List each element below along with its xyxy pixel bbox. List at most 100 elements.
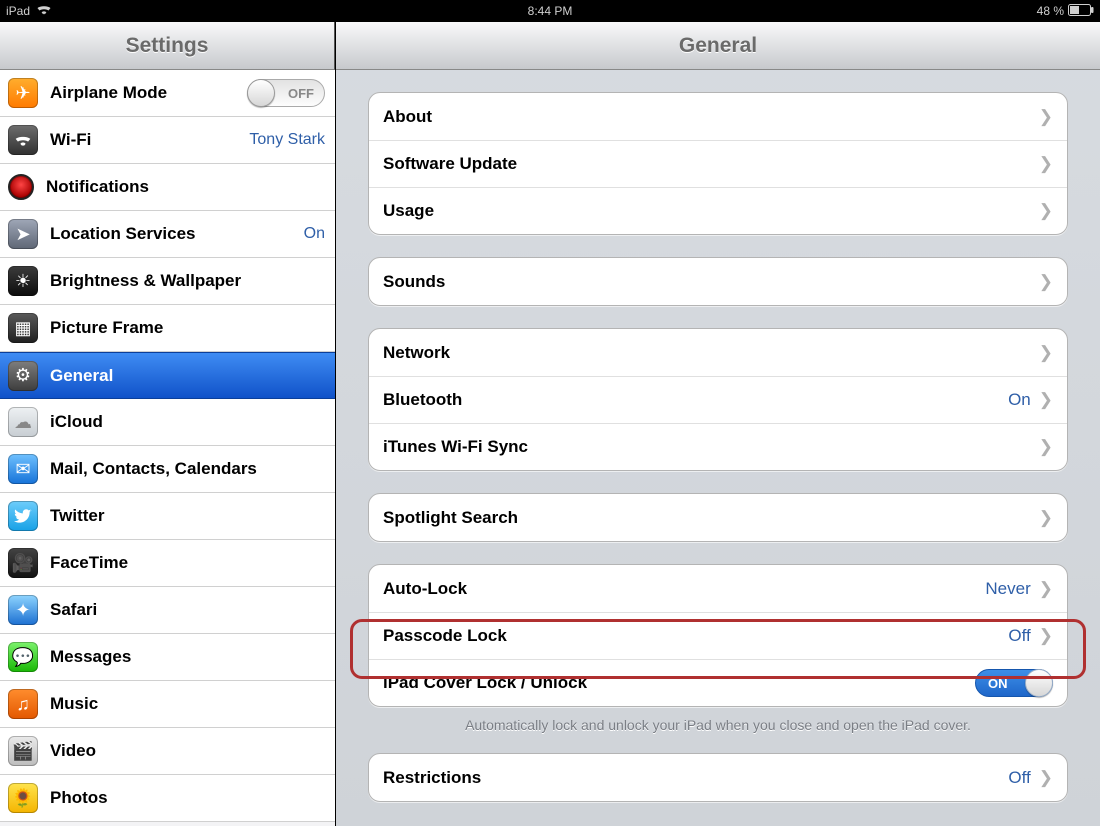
sidebar-item-photos[interactable]: 🌻 Photos: [0, 775, 335, 822]
sidebar-item-label: FaceTime: [50, 553, 128, 573]
clock: 8:44 PM: [0, 4, 1100, 18]
cell-value: Off: [1008, 768, 1030, 788]
detail-title: General: [336, 22, 1100, 70]
sidebar-title: Settings: [0, 22, 335, 70]
cell-spotlight-search[interactable]: Spotlight Search ❯: [369, 494, 1067, 541]
sidebar-item-icloud[interactable]: ☁ iCloud: [0, 399, 335, 446]
chevron-right-icon: ❯: [1039, 154, 1053, 174]
sidebar-item-label: Location Services: [50, 224, 196, 244]
twitter-icon: [8, 501, 38, 531]
sidebar-item-label: Music: [50, 694, 98, 714]
toggle-knob: [1025, 669, 1053, 697]
cell-label: Passcode Lock: [383, 626, 507, 646]
chevron-right-icon: ❯: [1039, 390, 1053, 410]
cell-value: On: [1008, 390, 1031, 410]
group-network: Network ❯ Bluetooth On ❯ iTunes Wi-Fi Sy…: [368, 328, 1068, 471]
chevron-right-icon: ❯: [1039, 272, 1053, 292]
sidebar-item-notifications[interactable]: Notifications: [0, 164, 335, 211]
music-icon: ♫: [8, 689, 38, 719]
group-about: About ❯ Software Update ❯ Usage ❯: [368, 92, 1068, 235]
chevron-right-icon: ❯: [1039, 437, 1053, 457]
sidebar-item-messages[interactable]: 💬 Messages: [0, 634, 335, 681]
toggle-knob: [247, 79, 275, 107]
sidebar-item-video[interactable]: 🎬 Video: [0, 728, 335, 775]
cell-bluetooth[interactable]: Bluetooth On ❯: [369, 376, 1067, 423]
cell-label: Sounds: [383, 272, 445, 292]
settings-sidebar: Settings ✈ Airplane Mode OFF Wi-Fi Tony …: [0, 22, 336, 826]
sidebar-item-label: Brightness & Wallpaper: [50, 271, 241, 291]
cell-ipad-cover-lock[interactable]: iPad Cover Lock / Unlock ON: [369, 659, 1067, 706]
cell-about[interactable]: About ❯: [369, 93, 1067, 140]
cell-value: Off: [1008, 626, 1030, 646]
brightness-icon: ☀: [8, 266, 38, 296]
sidebar-item-mail-contacts-calendars[interactable]: ✉ Mail, Contacts, Calendars: [0, 446, 335, 493]
cell-label: Restrictions: [383, 768, 481, 788]
sidebar-item-label: Picture Frame: [50, 318, 163, 338]
sidebar-item-label: Photos: [50, 788, 108, 808]
chevron-right-icon: ❯: [1039, 107, 1053, 127]
chevron-right-icon: ❯: [1039, 579, 1053, 599]
sidebar-item-music[interactable]: ♫ Music: [0, 681, 335, 728]
toggle-on-text: ON: [988, 676, 1008, 691]
sidebar-item-airplane-mode[interactable]: ✈ Airplane Mode OFF: [0, 70, 335, 117]
chevron-right-icon: ❯: [1039, 201, 1053, 221]
cell-label: About: [383, 107, 432, 127]
cell-label: Software Update: [383, 154, 517, 174]
cell-label: iPad Cover Lock / Unlock: [383, 673, 587, 693]
cell-sounds[interactable]: Sounds ❯: [369, 258, 1067, 305]
cell-restrictions[interactable]: Restrictions Off ❯: [369, 754, 1067, 801]
sidebar-item-general[interactable]: ⚙ General: [0, 352, 335, 399]
wifi-settings-icon: [8, 125, 38, 155]
gear-icon: ⚙: [8, 361, 38, 391]
cell-label: iTunes Wi-Fi Sync: [383, 437, 528, 457]
sidebar-item-label: Wi-Fi: [50, 130, 91, 150]
cell-passcode-lock[interactable]: Passcode Lock Off ❯: [369, 612, 1067, 659]
sidebar-item-wifi[interactable]: Wi-Fi Tony Stark: [0, 117, 335, 164]
sidebar-item-label: Messages: [50, 647, 131, 667]
sidebar-item-label: iCloud: [50, 412, 103, 432]
cell-label: Bluetooth: [383, 390, 462, 410]
cell-value: Never: [985, 579, 1030, 599]
group-restrictions: Restrictions Off ❯: [368, 753, 1068, 802]
sidebar-item-picture-frame[interactable]: ▦ Picture Frame: [0, 305, 335, 352]
sidebar-item-label: Notifications: [46, 177, 149, 197]
toggle-off-text: OFF: [288, 86, 314, 101]
video-icon: 🎬: [8, 736, 38, 766]
location-icon: ➤: [8, 219, 38, 249]
icloud-icon: ☁: [8, 407, 38, 437]
detail-pane: General About ❯ Software Update ❯ Usage …: [336, 22, 1100, 826]
chevron-right-icon: ❯: [1039, 626, 1053, 646]
photos-icon: 🌻: [8, 783, 38, 813]
sidebar-item-brightness-wallpaper[interactable]: ☀ Brightness & Wallpaper: [0, 258, 335, 305]
cell-auto-lock[interactable]: Auto-Lock Never ❯: [369, 565, 1067, 612]
cell-label: Spotlight Search: [383, 508, 518, 528]
chevron-right-icon: ❯: [1039, 343, 1053, 363]
sidebar-item-label: Safari: [50, 600, 97, 620]
sidebar-item-safari[interactable]: ✦ Safari: [0, 587, 335, 634]
chevron-right-icon: ❯: [1039, 508, 1053, 528]
facetime-icon: 🎥: [8, 548, 38, 578]
picture-frame-icon: ▦: [8, 313, 38, 343]
ipad-cover-note: Automatically lock and unlock your iPad …: [368, 717, 1068, 733]
cell-network[interactable]: Network ❯: [369, 329, 1067, 376]
safari-icon: ✦: [8, 595, 38, 625]
cell-itunes-wifi-sync[interactable]: iTunes Wi-Fi Sync ❯: [369, 423, 1067, 470]
sidebar-item-location-services[interactable]: ➤ Location Services On: [0, 211, 335, 258]
status-bar: iPad 8:44 PM 48 %: [0, 0, 1100, 22]
cell-software-update[interactable]: Software Update ❯: [369, 140, 1067, 187]
sidebar-item-value: On: [304, 225, 325, 243]
mail-icon: ✉: [8, 454, 38, 484]
cell-label: Network: [383, 343, 450, 363]
cell-usage[interactable]: Usage ❯: [369, 187, 1067, 234]
sidebar-item-twitter[interactable]: Twitter: [0, 493, 335, 540]
airplane-icon: ✈: [8, 78, 38, 108]
sidebar-item-facetime[interactable]: 🎥 FaceTime: [0, 540, 335, 587]
ipad-cover-lock-toggle[interactable]: ON: [975, 669, 1053, 697]
messages-icon: 💬: [8, 642, 38, 672]
notifications-icon: [8, 174, 34, 200]
sidebar-item-label: General: [50, 366, 113, 386]
group-lock: Auto-Lock Never ❯ Passcode Lock Off ❯ iP…: [368, 564, 1068, 707]
cell-label: Auto-Lock: [383, 579, 467, 599]
sidebar-item-label: Airplane Mode: [50, 83, 167, 103]
airplane-mode-toggle[interactable]: OFF: [247, 79, 325, 107]
